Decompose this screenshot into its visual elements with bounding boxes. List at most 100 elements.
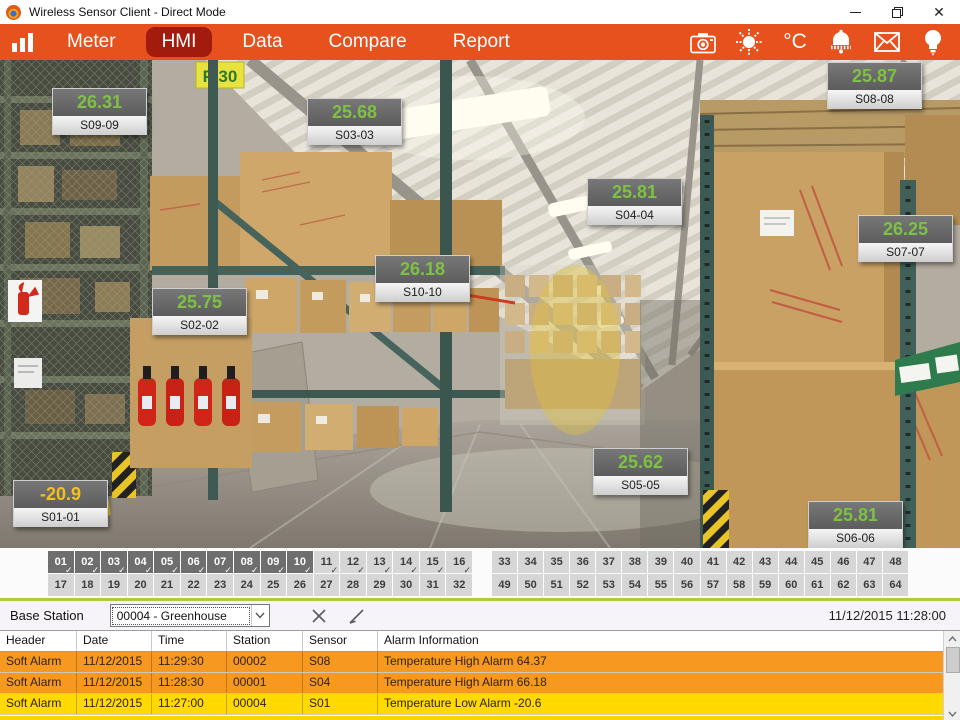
mail-icon[interactable] (868, 26, 906, 58)
column-header-alarm-information[interactable]: Alarm Information (378, 631, 960, 651)
sensor-cell-61[interactable]: 61 (805, 574, 830, 596)
sensor-cell-26[interactable]: 26 (287, 574, 313, 596)
column-header-sensor[interactable]: Sensor (303, 631, 378, 651)
sensor-cell-45[interactable]: 45 (805, 551, 830, 573)
sensor-id: S04-04 (588, 206, 681, 224)
sensor-value: 26.18 (376, 256, 469, 283)
sensor-cell-55[interactable]: 55 (648, 574, 673, 596)
sensor-cell-54[interactable]: 54 (622, 574, 647, 596)
sensor-cell-22[interactable]: 22 (181, 574, 207, 596)
edit-button[interactable] (346, 605, 368, 627)
sensor-cell-51[interactable]: 51 (544, 574, 569, 596)
sensor-cell-15[interactable]: 15✓ (420, 551, 446, 573)
sensor-cell-52[interactable]: 52 (570, 574, 595, 596)
sensor-cell-39[interactable]: 39 (648, 551, 673, 573)
sensor-cell-17[interactable]: 17 (48, 574, 74, 596)
sensor-cell-24[interactable]: 24 (234, 574, 260, 596)
sensor-cell-14[interactable]: 14✓ (393, 551, 419, 573)
sensor-cell-46[interactable]: 46 (831, 551, 856, 573)
clear-button[interactable] (308, 605, 330, 627)
base-station-select[interactable]: 00004 - Greenhouse (110, 604, 270, 627)
tab-data[interactable]: Data (226, 27, 298, 57)
sensor-cell-50[interactable]: 50 (518, 574, 543, 596)
column-header-time[interactable]: Time (152, 631, 227, 651)
tab-hmi[interactable]: HMI (146, 27, 213, 57)
scroll-thumb[interactable] (946, 647, 960, 673)
sensor-cell-03[interactable]: 03✓ (101, 551, 127, 573)
sensor-cell-30[interactable]: 30 (393, 574, 419, 596)
sensor-cell-28[interactable]: 28 (340, 574, 366, 596)
sensor-cell-02[interactable]: 02✓ (75, 551, 101, 573)
cell-header: Soft Alarm (0, 694, 77, 714)
sensor-cell-20[interactable]: 20 (128, 574, 154, 596)
tab-compare[interactable]: Compare (313, 27, 423, 57)
sensor-cell-43[interactable]: 43 (753, 551, 778, 573)
sensor-cell-60[interactable]: 60 (779, 574, 804, 596)
sensor-cell-57[interactable]: 57 (701, 574, 726, 596)
table-scrollbar[interactable] (943, 631, 960, 720)
sensor-cell-10[interactable]: 10✓ (287, 551, 313, 573)
sensor-cell-06[interactable]: 06✓ (181, 551, 207, 573)
column-header-header[interactable]: Header (0, 631, 77, 651)
sensor-cell-35[interactable]: 35 (544, 551, 569, 573)
sensor-cell-04[interactable]: 04✓ (128, 551, 154, 573)
sensor-cell-31[interactable]: 31 (420, 574, 446, 596)
camera-icon[interactable] (684, 26, 722, 58)
close-icon: ✕ (933, 5, 945, 19)
sensor-cell-23[interactable]: 23 (207, 574, 233, 596)
sensor-cell-27[interactable]: 27 (314, 574, 340, 596)
minimize-button[interactable] (834, 0, 876, 24)
sensor-cell-63[interactable]: 63 (857, 574, 882, 596)
celsius-icon[interactable]: °C (776, 26, 814, 58)
sensor-cell-33[interactable]: 33 (492, 551, 517, 573)
sensor-cell-08[interactable]: 08✓ (234, 551, 260, 573)
column-header-station[interactable]: Station (227, 631, 303, 651)
sensor-cell-11[interactable]: 11✓ (314, 551, 340, 573)
sensor-cell-36[interactable]: 36 (570, 551, 595, 573)
sensor-cell-32[interactable]: 32 (446, 574, 472, 596)
sensor-cell-64[interactable]: 64 (883, 574, 908, 596)
sensor-cell-13[interactable]: 13✓ (367, 551, 393, 573)
sensor-cell-05[interactable]: 05✓ (154, 551, 180, 573)
sensor-cell-16[interactable]: 16✓ (446, 551, 472, 573)
sensor-cell-07[interactable]: 07✓ (207, 551, 233, 573)
sensor-cell-48[interactable]: 48 (883, 551, 908, 573)
close-button[interactable]: ✕ (918, 0, 960, 24)
sensor-cell-49[interactable]: 49 (492, 574, 517, 596)
scroll-up-arrow[interactable] (944, 631, 960, 646)
sensor-cell-58[interactable]: 58 (727, 574, 752, 596)
sensor-cell-19[interactable]: 19 (101, 574, 127, 596)
sensor-cell-40[interactable]: 40 (674, 551, 699, 573)
alarm-row[interactable]: Soft Alarm11/12/201511:29:3000002S08Temp… (0, 652, 960, 673)
sensor-cell-44[interactable]: 44 (779, 551, 804, 573)
sensor-cell-37[interactable]: 37 (596, 551, 621, 573)
light-bulb-icon[interactable] (914, 26, 952, 58)
alarm-row[interactable]: Soft Alarm11/12/201511:27:0000004S01Temp… (0, 694, 960, 715)
sensor-cell-21[interactable]: 21 (154, 574, 180, 596)
sensor-select-band: 01✓02✓03✓04✓05✓06✓07✓08✓09✓10✓11✓12✓13✓1… (0, 548, 960, 598)
sensor-cell-59[interactable]: 59 (753, 574, 778, 596)
sensor-cell-62[interactable]: 62 (831, 574, 856, 596)
sensor-cell-38[interactable]: 38 (622, 551, 647, 573)
scroll-down-arrow[interactable] (944, 706, 960, 720)
brightness-icon[interactable] (730, 26, 768, 58)
sensor-cell-42[interactable]: 42 (727, 551, 752, 573)
sensor-cell-34[interactable]: 34 (518, 551, 543, 573)
alarm-bell-icon[interactable] (822, 26, 860, 58)
sensor-cell-12[interactable]: 12✓ (340, 551, 366, 573)
restore-button[interactable] (876, 0, 918, 24)
sensor-cell-53[interactable]: 53 (596, 574, 621, 596)
sensor-cell-18[interactable]: 18 (75, 574, 101, 596)
sensor-cell-47[interactable]: 47 (857, 551, 882, 573)
column-header-date[interactable]: Date (77, 631, 152, 651)
sensor-cell-29[interactable]: 29 (367, 574, 393, 596)
tab-report[interactable]: Report (437, 27, 526, 57)
tab-meter[interactable]: Meter (51, 27, 132, 57)
sensor-cell-56[interactable]: 56 (674, 574, 699, 596)
sensor-cell-41[interactable]: 41 (701, 551, 726, 573)
sensor-cell-25[interactable]: 25 (261, 574, 287, 596)
alarm-row[interactable]: Soft Alarm11/12/201511:28:3000001S04Temp… (0, 673, 960, 694)
partial-alarm-row (0, 716, 943, 720)
sensor-cell-01[interactable]: 01✓ (48, 551, 74, 573)
sensor-cell-09[interactable]: 09✓ (261, 551, 287, 573)
